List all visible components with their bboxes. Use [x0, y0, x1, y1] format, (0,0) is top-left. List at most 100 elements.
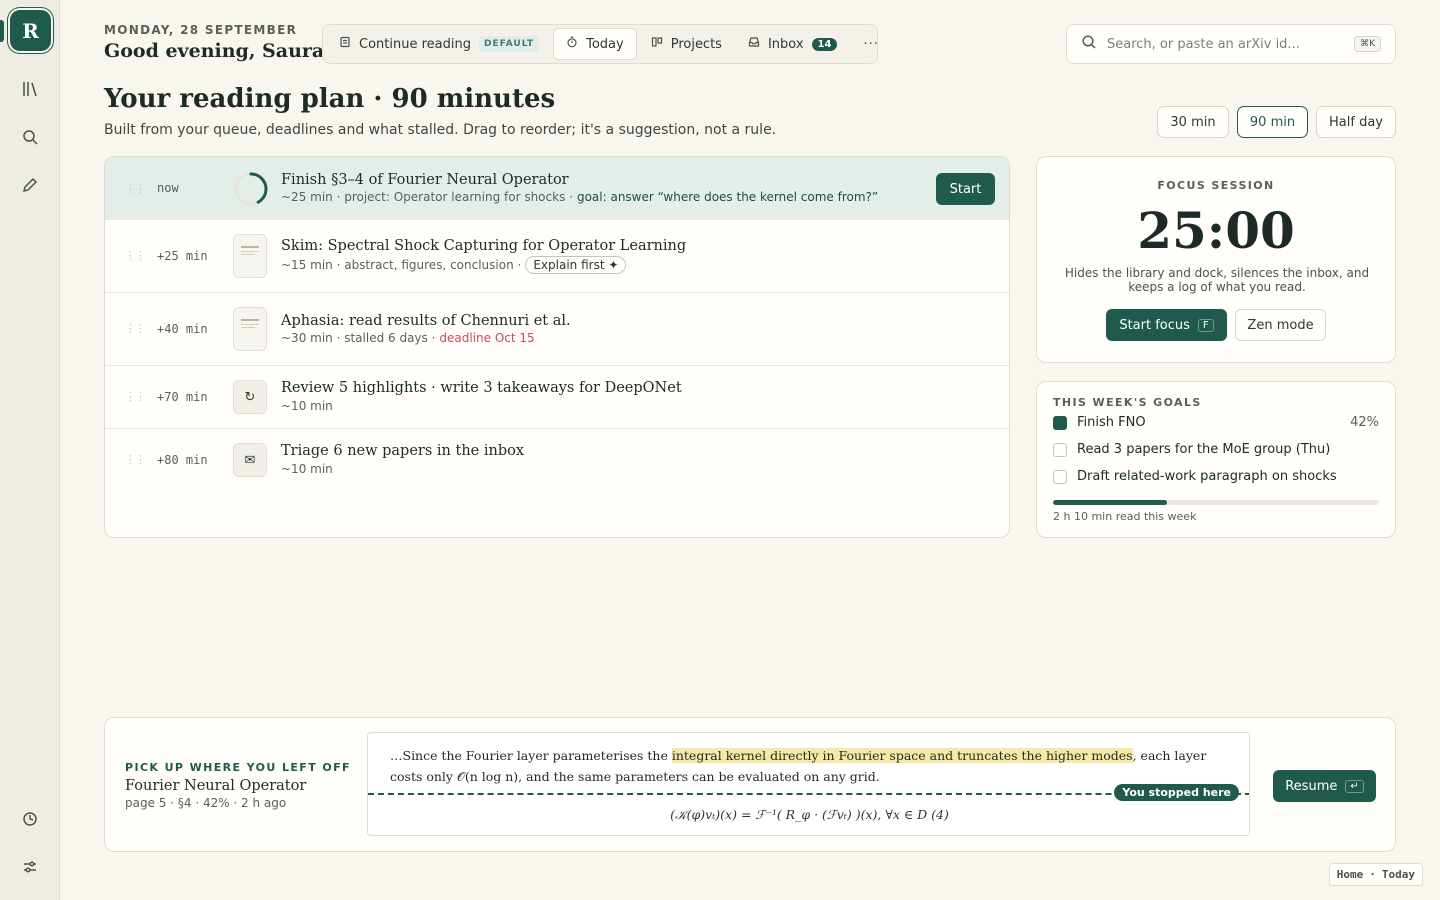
- goal-checkbox[interactable]: [1053, 442, 1067, 457]
- plan-item-title: Review 5 highlights · write 3 takeaways …: [281, 380, 682, 396]
- stopped-here-tag: You stopped here: [1114, 784, 1239, 801]
- tab-inbox[interactable]: Inbox 14: [736, 28, 850, 60]
- meta-text: ~30 min · stalled 6 days ·: [281, 331, 436, 345]
- resume-reading-card: PICK UP WHERE YOU LEFT OFF Fourier Neura…: [104, 717, 1396, 852]
- goal-label: Finish FNO: [1077, 415, 1146, 430]
- excerpt-before: …Since the Fourier layer parameterises t…: [390, 748, 672, 763]
- search-shortcut-hint: ⌘K: [1354, 36, 1381, 52]
- weekly-progress-bar: [1053, 500, 1379, 505]
- tab-projects[interactable]: Projects: [639, 28, 734, 60]
- explain-first-chip[interactable]: Explain first ✦: [525, 256, 627, 274]
- focus-timer: 25:00: [1137, 201, 1295, 260]
- tab-label: Today: [586, 36, 624, 52]
- search-icon[interactable]: [18, 125, 42, 149]
- search-bar[interactable]: ⌘K: [1066, 24, 1396, 64]
- resume-paper-title: Fourier Neural Operator: [125, 778, 307, 794]
- more-tabs-button[interactable]: ···: [851, 28, 890, 60]
- focus-description: Hides the library and dock, silences the…: [1064, 266, 1370, 294]
- document-icon: [339, 36, 351, 52]
- breadcrumb: Home · Today: [1328, 863, 1423, 886]
- meta-text: ~15 min · abstract, figures, conclusion …: [281, 258, 522, 272]
- date-label: MONDAY, 28 SEPTEMBER: [104, 23, 298, 37]
- inbox-count-badge: 14: [811, 37, 838, 51]
- reading-plan-list: ⋮⋮ now Finish §3–4 of Fourier Neural Ope…: [104, 156, 1010, 538]
- drag-handle-icon[interactable]: ⋮⋮: [125, 249, 146, 263]
- goal-item[interactable]: Draft related-work paragraph on shocks: [1053, 469, 1379, 484]
- excerpt-preview[interactable]: …Since the Fourier layer parameterises t…: [367, 732, 1250, 836]
- search-input[interactable]: [1107, 36, 1345, 52]
- weekly-goals-card: THIS WEEK'S GOALS Finish FNO 42% Read 3 …: [1036, 381, 1396, 538]
- plan-item[interactable]: ⋮⋮ +25 min Skim: Spectral Shock Capturin…: [105, 220, 1009, 293]
- progress-fill: [1053, 500, 1168, 505]
- focus-session-card: FOCUS SESSION 25:00 Hides the library an…: [1036, 156, 1396, 363]
- goal-checkbox[interactable]: [1053, 415, 1067, 430]
- view-tabs: Continue reading DEFAULT Today Projects …: [322, 24, 878, 64]
- refresh-icon: ↻: [233, 380, 267, 414]
- page-subtitle: Built from your queue, deadlines and wha…: [104, 122, 777, 138]
- tab-continue-reading[interactable]: Continue reading DEFAULT: [327, 28, 551, 60]
- tab-today[interactable]: Today: [553, 28, 637, 60]
- goal-label: Draft related-work paragraph on shocks: [1077, 469, 1337, 484]
- settings-sliders-icon[interactable]: [18, 855, 42, 879]
- resume-button[interactable]: Resume ↵: [1273, 770, 1376, 802]
- deadline-text: deadline Oct 15: [439, 331, 535, 345]
- search-icon: [1081, 34, 1097, 54]
- duration-90-button[interactable]: 90 min: [1237, 106, 1308, 138]
- page-title: Your reading plan · 90 minutes: [104, 84, 556, 114]
- duration-half-day-button[interactable]: Half day: [1316, 106, 1396, 138]
- plan-item-title: Skim: Spectral Shock Capturing for Opera…: [281, 238, 687, 254]
- kanban-icon: [651, 36, 663, 52]
- timer-icon: [566, 36, 578, 52]
- excerpt-highlight: integral kernel directly in Fourier spac…: [671, 748, 1133, 763]
- history-icon[interactable]: [18, 807, 42, 831]
- goal-checkbox[interactable]: [1053, 469, 1067, 484]
- plan-item-meta: ~10 min: [281, 462, 333, 476]
- paper-thumbnail-icon: [233, 234, 267, 278]
- excerpt-text: …Since the Fourier layer parameterises t…: [390, 745, 1235, 787]
- goal-percent: 42%: [1350, 415, 1379, 430]
- plan-item-meta: ~30 min · stalled 6 days · deadline Oct …: [281, 331, 535, 345]
- drag-handle-icon[interactable]: ⋮⋮: [125, 390, 146, 404]
- goal-text: goal: answer “where does the kernel come…: [576, 190, 879, 204]
- sidebar-active-indicator: [0, 20, 4, 42]
- tab-label: Inbox: [767, 36, 804, 52]
- paper-thumbnail-icon: [233, 307, 267, 351]
- plan-item[interactable]: ⋮⋮ +80 min ✉ Triage 6 new papers in the …: [105, 429, 1009, 492]
- plan-item-meta: ~10 min: [281, 399, 333, 413]
- enter-key-hint: ↵: [1345, 779, 1364, 793]
- time-offset: +80 min: [157, 453, 208, 467]
- drag-handle-icon[interactable]: ⋮⋮: [125, 322, 146, 336]
- goal-item[interactable]: Read 3 papers for the MoE group (Thu): [1053, 442, 1379, 457]
- plan-item[interactable]: ⋮⋮ +40 min Aphasia: read results of Chen…: [105, 293, 1009, 366]
- inbox-icon: [748, 36, 760, 52]
- app-logo[interactable]: R: [10, 10, 51, 51]
- drag-handle-icon[interactable]: ⋮⋮: [125, 453, 146, 467]
- breadcrumb-home[interactable]: Home: [1337, 868, 1364, 881]
- start-focus-button[interactable]: Start focus F: [1106, 309, 1227, 341]
- equation: (𝒦(φ)vₜ)(x) = ℱ⁻¹( R_φ · (ℱvₜ) )(x), ∀x …: [670, 807, 949, 822]
- time-offset: +25 min: [157, 249, 208, 263]
- button-label: Resume: [1285, 778, 1338, 794]
- time-offset: +40 min: [157, 322, 208, 336]
- default-tag: DEFAULT: [478, 36, 540, 52]
- plan-item[interactable]: ⋮⋮ +70 min ↻ Review 5 highlights · write…: [105, 366, 1009, 429]
- breadcrumb-current: Today: [1381, 868, 1415, 881]
- plan-item-meta: ~15 min · abstract, figures, conclusion …: [281, 256, 627, 274]
- start-button[interactable]: Start: [936, 173, 995, 205]
- goal-item[interactable]: Finish FNO 42%: [1053, 415, 1379, 430]
- zen-mode-button[interactable]: Zen mode: [1235, 309, 1326, 341]
- goal-label: Read 3 papers for the MoE group (Thu): [1077, 442, 1331, 457]
- time-offset: now: [157, 181, 179, 195]
- greeting: Good evening, Saurav: [104, 40, 336, 62]
- drag-handle-icon[interactable]: ⋮⋮: [125, 182, 146, 196]
- resume-paper-meta: page 5 · §4 · 42% · 2 h ago: [125, 796, 287, 810]
- sidebar: R: [0, 0, 60, 900]
- library-icon[interactable]: [18, 77, 42, 101]
- meta-text: ~25 min · project: Operator learning for…: [281, 190, 573, 204]
- goals-label: THIS WEEK'S GOALS: [1053, 396, 1202, 409]
- plan-item[interactable]: ⋮⋮ now Finish §3–4 of Fourier Neural Ope…: [105, 157, 1009, 220]
- shortcut-hint: F: [1197, 318, 1214, 332]
- pen-icon[interactable]: [18, 173, 42, 197]
- duration-30-button[interactable]: 30 min: [1157, 106, 1229, 138]
- plan-item-meta: ~25 min · project: Operator learning for…: [281, 190, 878, 204]
